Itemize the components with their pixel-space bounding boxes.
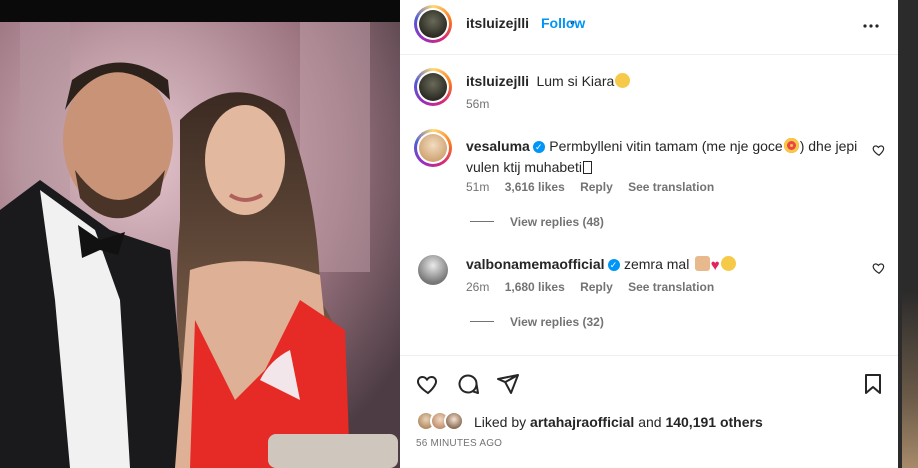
caption-text: Lum si Kiara bbox=[536, 73, 615, 89]
verified-badge-icon: ✓ bbox=[532, 140, 545, 153]
replies-divider bbox=[470, 321, 494, 322]
comment-time: 26m bbox=[466, 280, 490, 294]
more-horizontal-icon[interactable] bbox=[862, 17, 880, 35]
comment-likes[interactable]: 1,680 likes bbox=[505, 280, 565, 294]
photo-illustration bbox=[0, 22, 400, 468]
replies-divider bbox=[470, 221, 494, 222]
backdrop-strip bbox=[898, 0, 918, 468]
view-replies-button[interactable]: View replies (32) bbox=[510, 315, 604, 329]
liked-by-user[interactable]: artahajraofficial bbox=[530, 414, 634, 430]
save-bookmark-icon[interactable] bbox=[862, 372, 884, 396]
comment-avatar[interactable] bbox=[418, 255, 448, 285]
comment-text: Permbylleni vitin tamam (me nje goce bbox=[549, 138, 783, 154]
caption-username[interactable]: itsluizejlli bbox=[466, 73, 529, 89]
comment-username[interactable]: vesaluma bbox=[466, 138, 530, 154]
post-photo[interactable] bbox=[0, 0, 400, 468]
caption-time: 56m bbox=[466, 97, 490, 111]
comment-like-heart-icon[interactable] bbox=[872, 261, 886, 275]
wink-emoji-icon bbox=[615, 73, 631, 88]
star-struck-emoji-icon bbox=[783, 138, 799, 153]
post-footer: Liked by artahajraofficial and 140,191 o… bbox=[400, 355, 898, 468]
liked-by-prefix: Liked by bbox=[474, 414, 527, 430]
author-avatar[interactable] bbox=[414, 5, 452, 43]
instagram-post-modal: itsluizejlli • Follow itsluizejlli Lum s… bbox=[0, 0, 918, 468]
liked-by-avatars[interactable] bbox=[416, 411, 476, 433]
post-header: itsluizejlli • Follow bbox=[400, 0, 898, 55]
share-paper-plane-icon[interactable] bbox=[496, 372, 520, 396]
follow-button[interactable]: Follow bbox=[541, 15, 585, 31]
author-username[interactable]: itsluizejlli bbox=[466, 15, 529, 31]
see-translation-button[interactable]: See translation bbox=[628, 280, 714, 294]
comment-text-continued: ) dhe jepi bbox=[799, 138, 858, 154]
like-heart-icon[interactable] bbox=[416, 372, 440, 396]
comment-text: zemra mal bbox=[623, 256, 690, 272]
reply-button[interactable]: Reply bbox=[580, 180, 613, 194]
liked-by-and: and bbox=[638, 414, 662, 430]
red-heart-emoji-icon: ♥ bbox=[710, 257, 720, 274]
liked-by-line: Liked by artahajraofficial and 140,191 o… bbox=[474, 414, 763, 430]
reply-button[interactable]: Reply bbox=[580, 280, 613, 294]
comment-like-heart-icon[interactable] bbox=[872, 143, 886, 157]
post-timestamp[interactable]: 56 MINUTES AGO bbox=[416, 438, 502, 449]
caption-avatar[interactable] bbox=[414, 68, 452, 106]
verified-badge-icon: ✓ bbox=[607, 258, 620, 271]
folded-hands-emoji-icon bbox=[694, 256, 710, 271]
unknown-glyph-icon bbox=[582, 161, 592, 174]
comment-username[interactable]: valbonamemaofficial bbox=[466, 256, 605, 272]
next-post-thumbnail[interactable] bbox=[902, 290, 918, 468]
post-side-panel: itsluizejlli • Follow itsluizejlli Lum s… bbox=[400, 0, 898, 468]
comment-text-line-2: vulen ktij muhabeti bbox=[466, 159, 582, 175]
view-replies-button[interactable]: View replies (48) bbox=[510, 215, 604, 229]
liked-by-count[interactable]: 140,191 others bbox=[665, 414, 762, 430]
comment-likes[interactable]: 3,616 likes bbox=[505, 180, 565, 194]
kissing-emoji-icon bbox=[720, 256, 736, 271]
comment-time: 51m bbox=[466, 180, 490, 194]
comment-bubble-icon[interactable] bbox=[456, 372, 480, 396]
see-translation-button[interactable]: See translation bbox=[628, 180, 714, 194]
comment-avatar[interactable] bbox=[414, 129, 452, 167]
